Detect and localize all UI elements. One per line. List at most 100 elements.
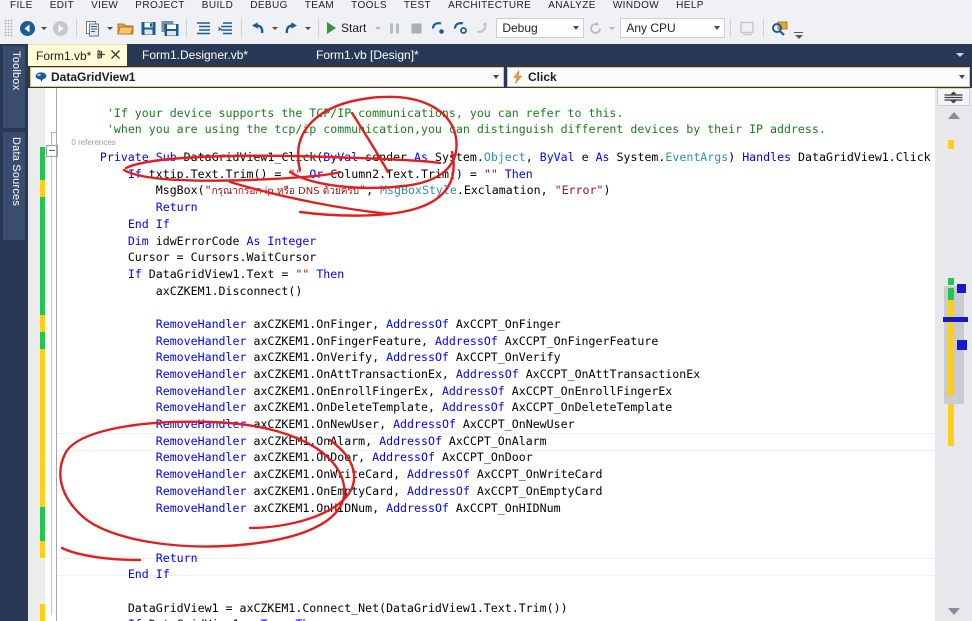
code-token: AddressOf — [386, 501, 456, 515]
save-all-icon[interactable] — [159, 17, 181, 39]
menu-item-build[interactable]: BUILD — [202, 0, 243, 12]
menu-item-view[interactable]: VIEW — [91, 0, 128, 12]
code-token: Column2.Text.Trim() = — [330, 167, 484, 181]
solution-configuration-select[interactable]: Debug — [496, 18, 584, 38]
chevron-down-icon[interactable] — [709, 26, 724, 30]
menu-item-tools[interactable]: TOOLS — [351, 0, 397, 12]
code-line[interactable]: RemoveHandler axCZKEM1.OnDeleteTemplate,… — [58, 399, 963, 416]
toolbar-overflow-icon[interactable] — [794, 17, 803, 40]
code-line[interactable]: Return — [58, 550, 963, 567]
open-file-icon[interactable] — [115, 17, 137, 39]
code-line[interactable]: End If — [58, 216, 963, 233]
menu-item-edit[interactable]: EDIT — [50, 0, 84, 12]
refresh-dropdown-icon[interactable] — [606, 17, 617, 39]
menu-item-architecture[interactable]: ARCHITECTURE — [448, 0, 541, 12]
code-line[interactable]: RemoveHandler axCZKEM1.OnAttTransactionE… — [58, 366, 963, 383]
code-line[interactable]: RemoveHandler axCZKEM1.OnEnrollFingerEx,… — [58, 383, 963, 400]
code-token: Or — [309, 167, 330, 181]
code-line[interactable]: RemoveHandler axCZKEM1.OnFingerFeature, … — [58, 333, 963, 350]
code-token: RemoveHandler — [156, 434, 254, 448]
code-line[interactable]: DataGridView1 = axCZKEM1.Connect_Net(Dat… — [58, 600, 963, 617]
navbar-object-select[interactable]: DataGridView1 — [30, 67, 504, 87]
navbar-member-select[interactable]: Click — [507, 67, 970, 87]
code-token — [58, 350, 156, 364]
code-token: axCZKEM1.OnNewUser, — [253, 417, 393, 431]
code-line[interactable] — [58, 533, 963, 550]
code-line[interactable]: Private Sub DataGridView1_Click(ByVal se… — [58, 149, 963, 166]
chevron-down-icon[interactable] — [568, 26, 583, 30]
menu-item-team[interactable]: TEAM — [305, 0, 344, 12]
navigate-back-icon[interactable] — [16, 17, 38, 39]
code-line[interactable]: Cursor = Cursors.WaitCursor — [58, 249, 963, 266]
code-line[interactable]: End If — [58, 566, 963, 583]
scroll-up-icon[interactable] — [935, 108, 972, 123]
find-in-files-icon[interactable] — [769, 17, 791, 39]
code-token: Return — [156, 551, 198, 565]
code-line[interactable]: axCZKEM1.Disconnect() — [58, 283, 963, 300]
code-line[interactable]: RemoveHandler axCZKEM1.OnDoor, AddressOf… — [58, 449, 963, 466]
new-item-dropdown-icon[interactable] — [104, 17, 115, 39]
start-dropdown-icon[interactable] — [372, 17, 383, 39]
menu-item-window[interactable]: WINDOW — [613, 0, 669, 12]
redo-dropdown-icon[interactable] — [302, 17, 313, 39]
code-line[interactable] — [58, 88, 963, 105]
code-line[interactable] — [58, 583, 963, 600]
code-line[interactable]: If txtip.Text.Trim() = "" Or Column2.Tex… — [58, 166, 963, 183]
navigate-back-dropdown-icon[interactable] — [38, 17, 49, 39]
toolbar-grip[interactable] — [4, 19, 13, 37]
undo-icon[interactable] — [247, 17, 269, 39]
step-into-icon[interactable] — [427, 17, 449, 39]
menu-item-file[interactable]: FILE — [10, 0, 43, 12]
code-line[interactable]: MsgBox("กรุณากรอก ip หรือ DNS ด้วยครับ",… — [58, 182, 963, 199]
editor-vertical-scrollbar[interactable] — [935, 88, 972, 621]
code-line[interactable]: 'If your device supports the TCP/IP comm… — [58, 105, 963, 122]
code-line[interactable]: If DataGridView1 = True Then — [58, 616, 963, 621]
chevron-down-icon[interactable] — [955, 75, 969, 79]
code-token — [58, 250, 128, 264]
undo-dropdown-icon[interactable] — [269, 17, 280, 39]
code-text-surface[interactable]: 'If your device supports the TCP/IP comm… — [58, 88, 963, 621]
pin-icon[interactable] — [96, 49, 107, 63]
code-line[interactable]: RemoveHandler axCZKEM1.OnNewUser, Addres… — [58, 416, 963, 433]
code-line[interactable]: RemoveHandler axCZKEM1.OnHIDNum, Address… — [58, 500, 963, 517]
sidebar-item-toolbox[interactable]: Toolbox — [3, 46, 25, 128]
code-line[interactable]: RemoveHandler axCZKEM1.OnFinger, Address… — [58, 316, 963, 333]
code-line[interactable]: 'when you are using the tcp/ip communica… — [58, 121, 963, 138]
codelens-references[interactable]: 0 references — [58, 138, 963, 149]
code-line[interactable]: RemoveHandler axCZKEM1.OnWriteCard, Addr… — [58, 466, 963, 483]
menu-item-help[interactable]: HELP — [676, 0, 714, 12]
chevron-down-icon[interactable] — [489, 75, 503, 79]
step-over-icon[interactable] — [449, 17, 471, 39]
tab-form1-vb-design[interactable]: Form1.vb [Design]* — [308, 44, 427, 66]
scroll-down-icon[interactable] — [935, 604, 972, 619]
split-view-icon[interactable] — [937, 88, 970, 106]
code-line[interactable] — [58, 516, 963, 533]
navbar-member-value: Click — [528, 70, 955, 84]
save-icon[interactable] — [137, 17, 159, 39]
code-line[interactable]: Dim idwErrorCode As Integer — [58, 233, 963, 250]
code-line[interactable]: If DataGridView1.Text = "" Then — [58, 266, 963, 283]
comment-selection-icon[interactable] — [192, 17, 214, 39]
code-line[interactable]: Return — [58, 199, 963, 216]
start-play-icon — [327, 22, 336, 34]
new-item-icon[interactable] — [82, 17, 104, 39]
start-debug-button[interactable]: Start — [324, 17, 372, 39]
code-line[interactable]: RemoveHandler axCZKEM1.OnAlarm, AddressO… — [58, 433, 963, 450]
redo-icon[interactable] — [280, 17, 302, 39]
menu-item-analyze[interactable]: ANALYZE — [548, 0, 606, 12]
tab-list-dropdown-icon[interactable] — [952, 44, 968, 66]
tab-form1-vb[interactable]: Form1.vb* — [28, 44, 127, 66]
code-line[interactable] — [58, 299, 963, 316]
sidebar-item-data-sources[interactable]: Data Sources — [3, 132, 25, 240]
solution-platform-select[interactable]: Any CPU — [620, 18, 725, 38]
tab-form1-designer-vb[interactable]: Form1.Designer.vb* — [134, 44, 256, 66]
menu-item-test[interactable]: TEST — [404, 0, 441, 12]
code-token: AxCCPT_OnAlarm — [449, 434, 547, 448]
menu-item-project[interactable]: PROJECT — [135, 0, 194, 12]
uncomment-selection-icon[interactable] — [214, 17, 236, 39]
menu-item-debug[interactable]: DEBUG — [250, 0, 298, 12]
code-line[interactable]: RemoveHandler axCZKEM1.OnVerify, Address… — [58, 349, 963, 366]
close-icon[interactable] — [110, 49, 121, 63]
code-line[interactable]: RemoveHandler axCZKEM1.OnEmptyCard, Addr… — [58, 483, 963, 500]
code-editor[interactable]: 'If your device supports the TCP/IP comm… — [28, 88, 972, 621]
